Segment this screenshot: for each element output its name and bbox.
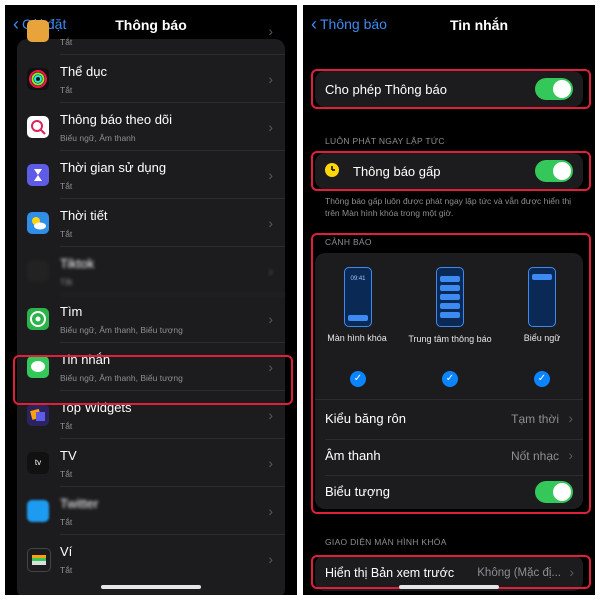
chevron-left-icon: ‹ bbox=[311, 14, 317, 34]
list-item-tracking[interactable]: Thông báo theo dõi Biểu ngữ, Âm thanh › bbox=[17, 103, 285, 151]
chevron-right-icon: › bbox=[268, 71, 273, 87]
chevron-right-icon: › bbox=[268, 23, 273, 39]
time-sensitive-description: Thông báo gấp luôn được phát ngay lập tứ… bbox=[325, 196, 572, 218]
chevron-right-icon: › bbox=[268, 455, 273, 471]
home-indicator bbox=[101, 585, 201, 589]
list-item-screen-time[interactable]: Thời gian sử dụng Tắt › bbox=[17, 151, 285, 199]
tiktok-icon bbox=[27, 260, 49, 282]
section-header-lock-appearance: GIAO DIỆN MÀN HÌNH KHÓA bbox=[325, 537, 447, 547]
wallet-icon bbox=[27, 548, 51, 572]
list-item-tv[interactable]: tv TV Tắt › bbox=[17, 439, 285, 487]
highlight-allow bbox=[311, 69, 591, 109]
list-item-wallet[interactable]: Ví Tắt › bbox=[17, 535, 285, 583]
chevron-right-icon: › bbox=[268, 311, 273, 327]
list-item[interactable]: Tắt › bbox=[17, 7, 285, 55]
chevron-right-icon: › bbox=[268, 263, 273, 279]
section-header-immediate: LUÔN PHÁT NGAY LẬP TỨC bbox=[325, 136, 445, 146]
app-list: Tắt › Thể dục Tắt › Thông báo theo dõi B… bbox=[17, 20, 285, 595]
apple-tv-icon: tv bbox=[27, 452, 49, 474]
highlight-alerts bbox=[311, 233, 591, 514]
chevron-right-icon: › bbox=[268, 407, 273, 423]
fitness-icon bbox=[27, 68, 49, 90]
hourglass-icon bbox=[27, 164, 49, 186]
weather-icon bbox=[27, 212, 49, 234]
list-item-find[interactable]: Tìm Biểu ngữ, Âm thanh, Biểu tượng › bbox=[17, 295, 285, 343]
list-item-twitter[interactable]: Twitter Tắt › bbox=[17, 487, 285, 535]
chevron-right-icon: › bbox=[268, 167, 273, 183]
list-item-tiktok[interactable]: Tiktok Tắt › bbox=[17, 247, 285, 295]
home-indicator bbox=[399, 585, 499, 589]
highlight-urgent bbox=[311, 151, 591, 191]
magnifier-icon bbox=[27, 116, 49, 138]
chevron-right-icon: › bbox=[268, 503, 273, 519]
chevron-right-icon: › bbox=[268, 551, 273, 567]
nav-bar: ‹ Thông báo Tin nhắn bbox=[303, 5, 595, 47]
chevron-right-icon: › bbox=[268, 215, 273, 231]
messages-settings-screen: ‹ Thông báo Tin nhắn Cho phép Thông báo … bbox=[303, 5, 595, 595]
page-title: Tin nhắn bbox=[449, 17, 509, 33]
list-item-the-duc[interactable]: Thể dục Tắt › bbox=[17, 55, 285, 103]
list-item-weather[interactable]: Thời tiết Tắt › bbox=[17, 199, 285, 247]
twitter-icon bbox=[27, 500, 49, 522]
top-widgets-icon bbox=[27, 404, 49, 426]
chevron-right-icon: › bbox=[268, 119, 273, 135]
notifications-screen: ‹ Cài đặt Thông báo Tắt › Thể dục Tắt › bbox=[5, 5, 297, 595]
highlight-messages bbox=[13, 355, 293, 405]
find-my-icon bbox=[27, 308, 49, 330]
highlight-previews bbox=[311, 555, 591, 589]
app-icon bbox=[27, 20, 49, 42]
